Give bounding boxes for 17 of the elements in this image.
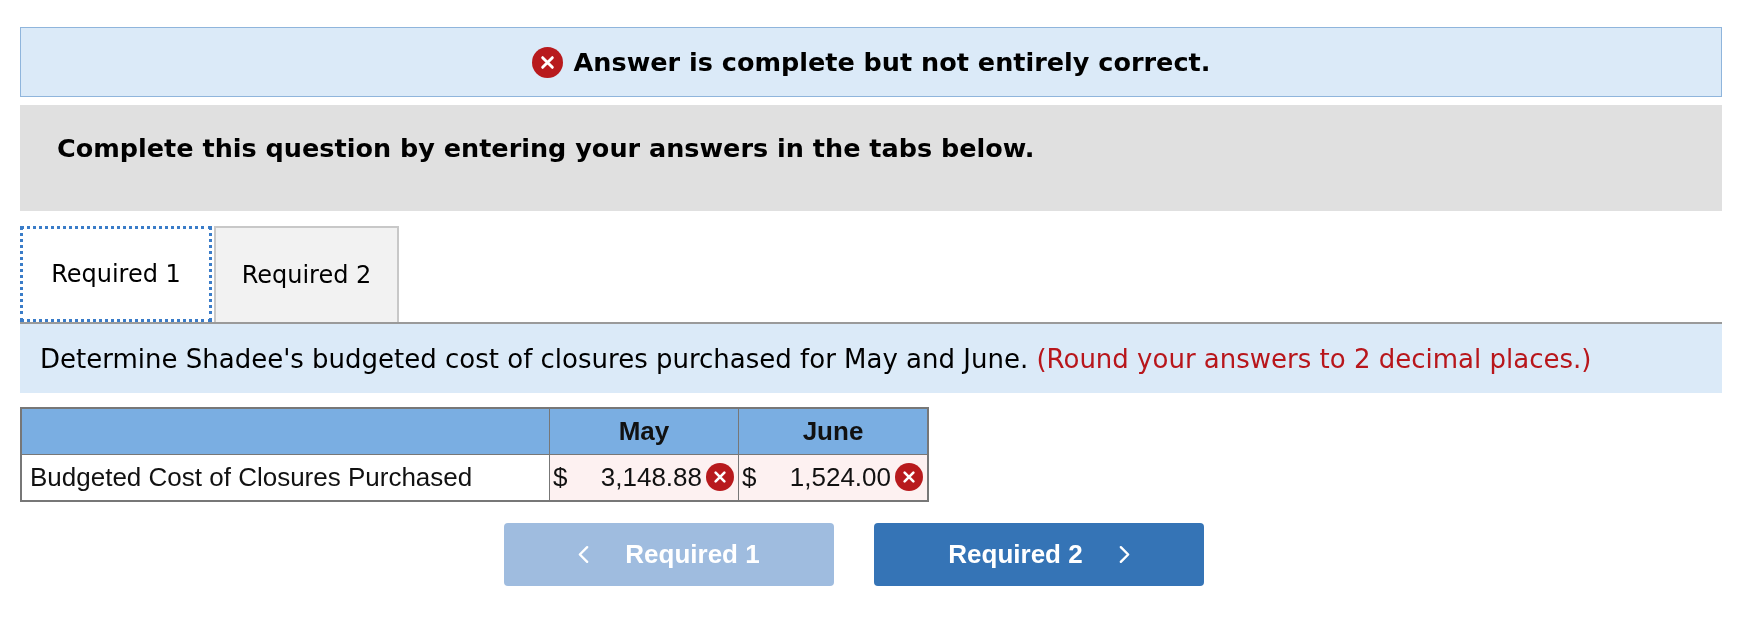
- answer-input[interactable]: 3,148.88: [571, 461, 702, 493]
- answer-field[interactable]: $ 3,148.88: [549, 454, 739, 501]
- question-text: Determine Shadee's budgeted cost of closures purchased for May and June. (Round your answers to 2 decimal places.): [40, 343, 1592, 374]
- feedback-message: Answer is complete but not entirely correct.: [573, 47, 1211, 77]
- answer-input[interactable]: 1,524.00: [760, 461, 891, 493]
- column-header: May: [549, 408, 739, 455]
- nav-button[interactable]: Required 2: [874, 522, 1204, 586]
- row-label: Budgeted Cost of Closures Purchased: [21, 454, 550, 501]
- currency-symbol: $: [742, 461, 757, 493]
- chevron-right-icon: [1118, 544, 1130, 564]
- instruction-text: Complete this question by entering your answers in the tabs below.: [57, 133, 1035, 163]
- currency-symbol: $: [553, 461, 568, 493]
- tab[interactable]: Required 1: [20, 226, 212, 322]
- chevron-left-icon: [578, 544, 590, 564]
- answer-field[interactable]: $ 1,524.00: [738, 454, 928, 501]
- column-header: June: [738, 408, 928, 455]
- tab[interactable]: Required 2: [214, 226, 399, 322]
